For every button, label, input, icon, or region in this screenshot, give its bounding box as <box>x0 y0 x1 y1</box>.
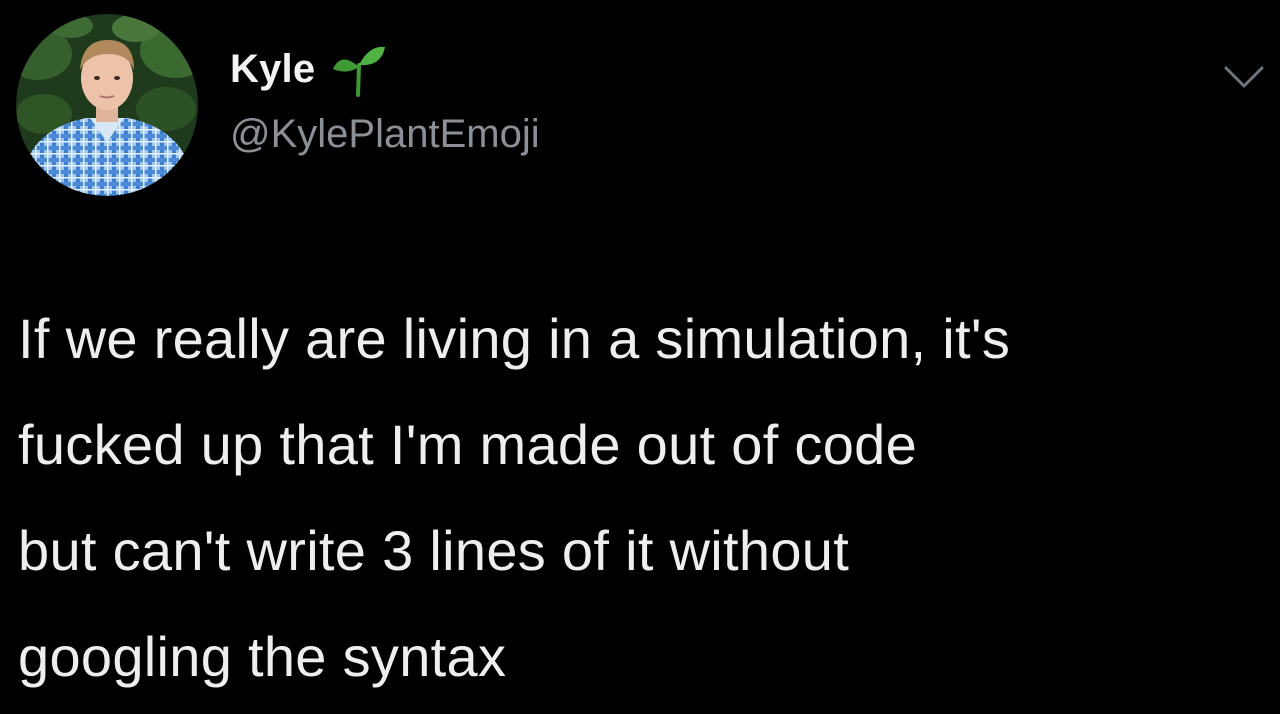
tweet-text: If we really are living in a simulation,… <box>18 307 1011 688</box>
avatar-photo <box>16 14 198 196</box>
author-handle[interactable]: @KylePlantEmoji <box>230 108 540 160</box>
sprout-icon <box>333 46 386 97</box>
author-name-row[interactable]: Kyle <box>230 42 387 97</box>
chevron-down-icon[interactable] <box>1222 62 1266 92</box>
author-display-name[interactable]: Kyle <box>230 42 315 96</box>
avatar[interactable] <box>16 14 198 196</box>
tweet: Kyle @KylePlantEmoji If we really are li… <box>0 0 1280 714</box>
